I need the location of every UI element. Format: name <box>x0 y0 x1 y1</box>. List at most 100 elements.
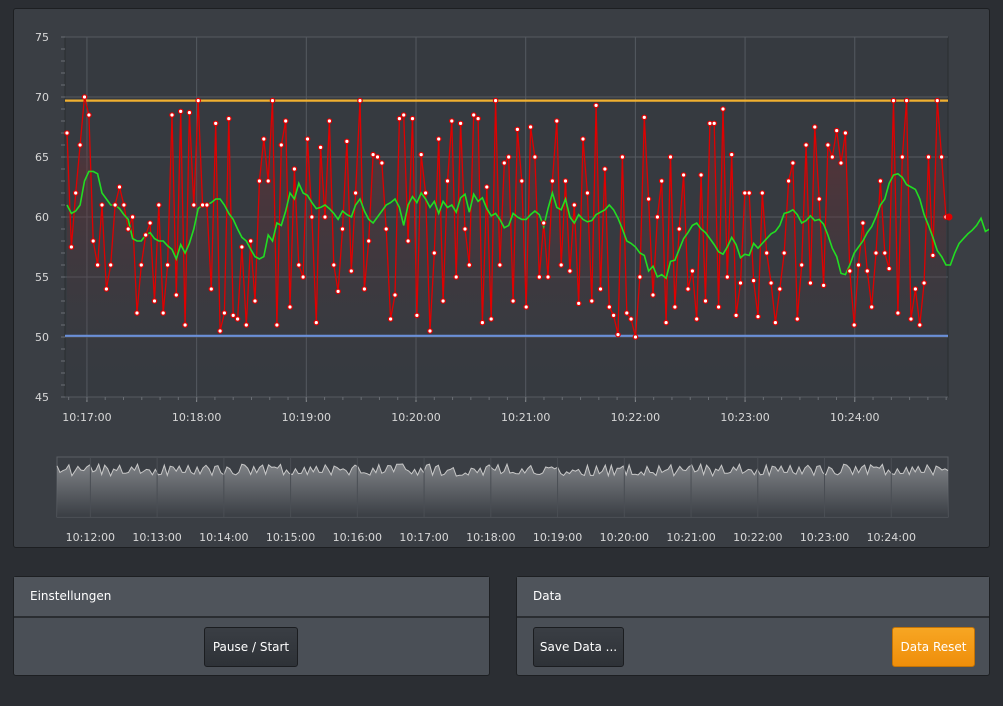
y-tick-label: 45 <box>35 391 49 404</box>
raw-data-point <box>169 112 175 118</box>
raw-data-point <box>282 118 289 124</box>
raw-data-point <box>365 238 372 244</box>
raw-data-point <box>287 304 293 310</box>
save-data-button[interactable]: Save Data ... <box>533 627 624 667</box>
y-tick-label: 60 <box>35 211 49 224</box>
settings-panel: Einstellungen Pause / Start <box>13 576 490 676</box>
raw-data-point <box>518 178 525 184</box>
raw-data-point <box>606 304 613 310</box>
raw-data-point <box>746 190 753 196</box>
raw-data-point <box>103 286 110 292</box>
navigator-tick-label: 10:24:00 <box>867 531 916 544</box>
raw-data-point <box>462 226 468 232</box>
raw-data-point <box>322 214 328 220</box>
raw-data-point <box>457 120 464 127</box>
raw-data-point <box>912 286 919 292</box>
raw-data-point <box>750 277 757 284</box>
raw-data-point <box>816 196 823 202</box>
raw-data-point <box>295 262 302 268</box>
raw-data-point <box>895 310 901 316</box>
raw-data-point <box>593 102 599 109</box>
raw-data-point <box>77 142 83 148</box>
raw-data-point <box>160 310 167 316</box>
raw-data-point <box>650 292 656 298</box>
raw-data-point <box>667 154 674 160</box>
raw-data-point <box>304 136 311 142</box>
raw-data-point <box>483 184 490 190</box>
raw-data-point <box>116 184 123 190</box>
raw-data-point <box>81 94 88 100</box>
raw-data-point <box>877 178 884 184</box>
raw-data-point <box>523 304 530 310</box>
raw-data-point <box>925 154 932 160</box>
raw-data-point <box>352 190 359 196</box>
raw-data-point <box>151 298 158 304</box>
raw-data-point <box>265 178 272 184</box>
raw-data-point <box>545 274 551 280</box>
pause-start-button[interactable]: Pause / Start <box>204 627 298 667</box>
raw-data-point <box>300 274 306 280</box>
navigator-tick-label: 10:22:00 <box>733 531 782 544</box>
navigator-tick-label: 10:21:00 <box>666 531 715 544</box>
raw-data-point <box>370 151 376 158</box>
raw-data-point <box>479 319 486 326</box>
raw-data-point <box>221 310 228 316</box>
raw-data-point <box>147 220 153 226</box>
raw-data-point <box>820 282 827 289</box>
raw-data-point <box>269 97 276 104</box>
raw-data-point <box>851 322 858 328</box>
raw-data-point <box>414 312 420 319</box>
x-tick-label: 10:19:00 <box>282 411 331 424</box>
raw-data-point <box>435 136 442 142</box>
x-tick-label: 10:17:00 <box>62 411 111 424</box>
raw-data-point <box>278 142 285 148</box>
raw-data-point <box>94 262 101 268</box>
raw-data-point <box>212 120 219 127</box>
y-tick-label: 65 <box>35 151 49 164</box>
raw-data-point <box>64 130 70 136</box>
navigator-tick-label: 10:16:00 <box>333 531 382 544</box>
raw-data-point <box>527 124 534 130</box>
raw-data-point <box>134 310 140 316</box>
navigator-tick-label: 10:13:00 <box>132 531 181 544</box>
raw-data-point <box>86 112 92 118</box>
raw-data-point <box>571 202 578 208</box>
data-panel-title: Data <box>517 577 989 618</box>
raw-data-point <box>908 316 914 322</box>
navigator-tick-label: 10:15:00 <box>266 531 315 544</box>
navigator-tick-label: 10:17:00 <box>399 531 448 544</box>
raw-data-point <box>361 286 368 292</box>
raw-data-point <box>698 172 704 178</box>
raw-data-point <box>492 97 499 104</box>
raw-data-point <box>444 178 451 184</box>
raw-data-point <box>422 190 429 196</box>
data-panel: Data Save Data ... Data Reset <box>516 576 990 676</box>
raw-data-point <box>881 250 888 256</box>
raw-data-point <box>763 250 770 256</box>
raw-data-point <box>580 136 586 142</box>
raw-data-point <box>855 262 862 268</box>
raw-data-point <box>247 238 254 244</box>
raw-data-point <box>785 178 792 184</box>
raw-data-point <box>466 262 473 268</box>
raw-data-point <box>427 328 433 334</box>
raw-data-point <box>711 120 718 127</box>
raw-data-point <box>383 226 390 232</box>
y-tick-label: 70 <box>35 91 49 104</box>
raw-data-point <box>899 154 906 160</box>
raw-data-point <box>685 286 691 292</box>
raw-data-point <box>164 262 171 268</box>
raw-data-point <box>610 312 617 319</box>
raw-data-point <box>431 250 438 256</box>
raw-data-point <box>186 109 193 116</box>
raw-data-point <box>540 220 547 226</box>
data-reset-button[interactable]: Data Reset <box>892 627 975 667</box>
raw-data-point <box>658 178 665 184</box>
raw-data-point <box>768 280 774 286</box>
navigator-tick-label: 10:19:00 <box>533 531 582 544</box>
raw-data-point <box>387 316 394 322</box>
raw-data-point <box>619 154 626 160</box>
x-tick-label: 10:21:00 <box>501 411 550 424</box>
x-tick-label: 10:23:00 <box>720 411 769 424</box>
line-chart[interactable]: 45 50 55 60 65 70 75 10:17:00 10:18:00 10:19:00 10… <box>14 9 989 547</box>
